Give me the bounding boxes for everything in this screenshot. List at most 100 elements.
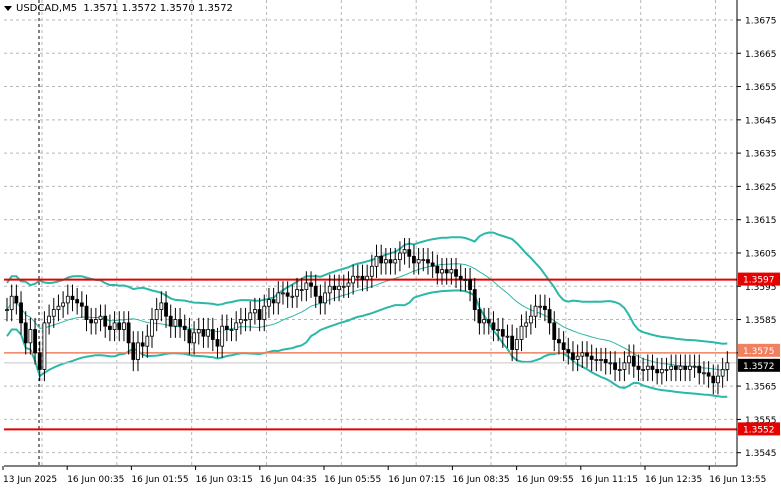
candle-body	[238, 319, 243, 324]
candle-body	[28, 329, 33, 344]
chart-window[interactable]: USDCAD,M5 1.3571 1.3572 1.3570 1.3572 1.…	[0, 0, 781, 489]
x-tick-label: 16 Jun 00:35	[67, 475, 124, 485]
candle	[168, 304, 173, 338]
candle-body	[42, 322, 47, 370]
candle	[19, 291, 23, 335]
candle-body	[75, 299, 80, 304]
candle	[192, 321, 196, 355]
candle-body	[61, 302, 66, 307]
candle	[426, 247, 430, 275]
candle-body	[613, 362, 617, 370]
candle-body	[14, 295, 19, 304]
candle-body	[150, 319, 154, 337]
candle-body	[636, 365, 641, 370]
candle-body	[627, 355, 631, 364]
candle-body	[248, 312, 253, 320]
candle	[599, 347, 603, 372]
candle	[627, 344, 631, 375]
candle	[688, 354, 692, 382]
candle-body	[51, 309, 56, 317]
candle-body	[566, 349, 571, 354]
candle-body	[407, 249, 412, 257]
candle-body	[547, 309, 552, 324]
candle-body	[313, 285, 318, 297]
candle-body	[131, 342, 136, 360]
price-chart[interactable]: 1.3675 1.3665 1.3655 1.3645 1.3635 1.3625 1.36…	[0, 0, 781, 489]
candle	[659, 357, 664, 385]
candle-body	[351, 275, 356, 284]
candle-body	[369, 265, 374, 277]
y-tick-label: 1.3625	[745, 183, 777, 193]
candle-body	[650, 365, 655, 370]
candle-body	[355, 275, 360, 278]
candle-body	[720, 369, 725, 377]
candle	[613, 351, 617, 382]
candle	[631, 344, 636, 378]
candle	[402, 237, 407, 265]
candle-body	[505, 335, 510, 338]
candle-body	[187, 329, 192, 344]
candle-body	[337, 285, 341, 290]
candle-body	[145, 335, 150, 347]
candle	[234, 311, 239, 342]
candle	[454, 257, 458, 288]
candle	[463, 267, 468, 292]
candle	[14, 284, 19, 315]
candle-body	[594, 359, 599, 361]
candle	[594, 347, 599, 372]
time-axis-labels: 13 Jun 2025 16 Jun 00:35 16 Jun 01:55 16 Ju…	[2, 466, 766, 485]
candle	[108, 314, 112, 342]
candle-body	[224, 325, 229, 330]
candle	[355, 264, 360, 288]
candle-body	[285, 292, 290, 297]
candle	[122, 311, 126, 342]
candle-body	[444, 269, 449, 274]
candle	[150, 307, 154, 348]
candle-body	[323, 292, 327, 304]
candle-body	[688, 365, 692, 370]
candle-body	[341, 285, 346, 288]
candle-body	[472, 289, 477, 310]
candle-body	[430, 262, 435, 267]
candle-body	[449, 269, 454, 274]
candle-body	[215, 339, 220, 347]
candle-body	[103, 315, 108, 327]
candle	[187, 317, 192, 355]
candle	[65, 284, 70, 315]
candle	[664, 357, 669, 382]
candle-body	[589, 355, 594, 360]
candle	[75, 287, 80, 315]
candle-body	[112, 322, 117, 330]
candle	[229, 317, 234, 342]
candle-body	[299, 289, 304, 291]
candle-body	[192, 332, 196, 344]
candle	[533, 294, 538, 328]
x-tick-label: 16 Jun 03:15	[196, 475, 253, 485]
candle-body	[9, 295, 14, 310]
candle-body	[309, 282, 313, 287]
price-tag-label: 1.3575	[743, 347, 775, 357]
candle	[351, 264, 356, 295]
candle	[514, 327, 519, 362]
candle-body	[122, 322, 126, 330]
candle	[220, 314, 225, 358]
candle-body	[5, 309, 9, 311]
candle-body	[622, 362, 627, 370]
candle-body	[93, 319, 98, 324]
candle-body	[557, 339, 561, 344]
candle-body	[426, 259, 430, 264]
candle	[243, 307, 248, 332]
candle	[61, 291, 66, 318]
y-tick-label: 1.3635	[745, 150, 777, 160]
candle	[655, 357, 660, 385]
candle	[173, 307, 178, 338]
candle-body	[486, 319, 491, 324]
candle	[276, 281, 281, 315]
candle-body	[33, 329, 37, 354]
candle-body	[398, 252, 402, 261]
candle-body	[454, 269, 458, 277]
candle	[697, 354, 702, 385]
candle-body	[659, 369, 664, 374]
candle-body	[56, 305, 61, 310]
y-tick-label: 1.3675	[745, 16, 777, 26]
